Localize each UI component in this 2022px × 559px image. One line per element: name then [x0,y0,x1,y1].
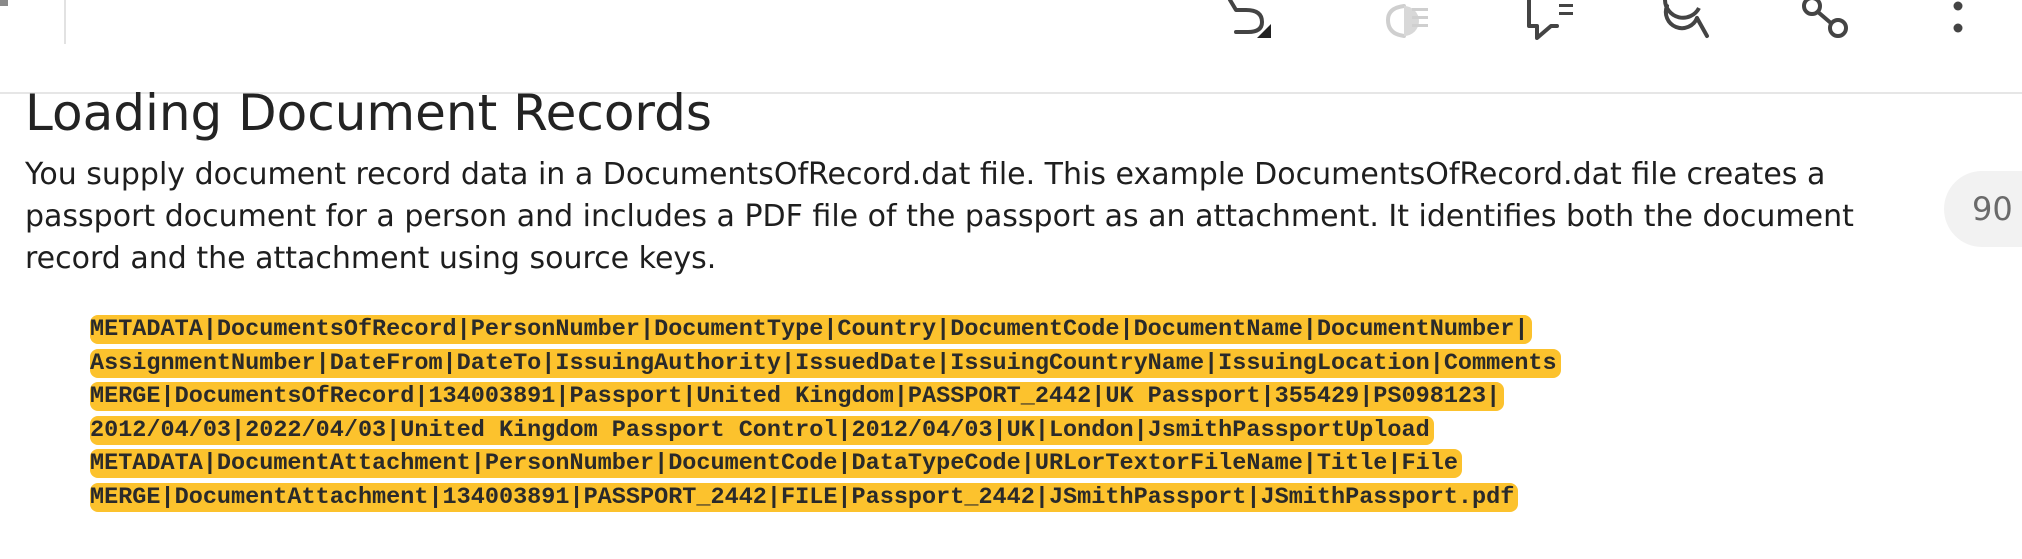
page-title: Loading Document Records [25,84,712,142]
toolbar-divider [64,0,66,44]
top-toolbar [0,0,2022,94]
code-line-text: METADATA|DocumentAttachment|PersonNumber… [90,449,1462,479]
code-line-text: MERGE|DocumentsOfRecord|134003891|Passpo… [90,382,1505,412]
code-line-text: MERGE|DocumentAttachment|134003891|PASSP… [90,482,1519,512]
more-vertical-icon[interactable] [1923,0,1993,46]
document-content: Loading Document Records You supply docu… [25,82,1905,280]
back-arrow-fragment-icon[interactable] [0,0,8,6]
share-icon[interactable] [1790,0,1860,46]
code-line-text: AssignmentNumber|DateFrom|DateTo|Issuing… [90,348,1561,378]
code-example: METADATA|DocumentsOfRecord|PersonNumber|… [90,313,1561,515]
code-line: METADATA|DocumentAttachment|PersonNumber… [90,447,1561,481]
code-line: 2012/04/03|2022/04/03|United Kingdom Pas… [90,414,1561,448]
code-line-text: METADATA|DocumentsOfRecord|PersonNumber|… [90,315,1533,344]
text-format-icon[interactable] [1374,0,1444,46]
code-line: METADATA|DocumentsOfRecord|PersonNumber|… [90,313,1561,347]
code-line-text: 2012/04/03|2022/04/03|United Kingdom Pas… [90,415,1434,445]
page-number-badge[interactable]: 90 [1944,171,2022,247]
undo-icon[interactable] [1216,0,1286,46]
comment-icon[interactable] [1517,0,1587,46]
page-number: 90 [1972,190,2013,228]
intro-paragraph: You supply document record data in a Doc… [25,157,1854,276]
code-line: MERGE|DocumentAttachment|134003891|PASSP… [90,481,1561,515]
search-icon[interactable] [1653,0,1723,46]
code-line: MERGE|DocumentsOfRecord|134003891|Passpo… [90,380,1561,414]
code-line: AssignmentNumber|DateFrom|DateTo|Issuing… [90,347,1561,381]
